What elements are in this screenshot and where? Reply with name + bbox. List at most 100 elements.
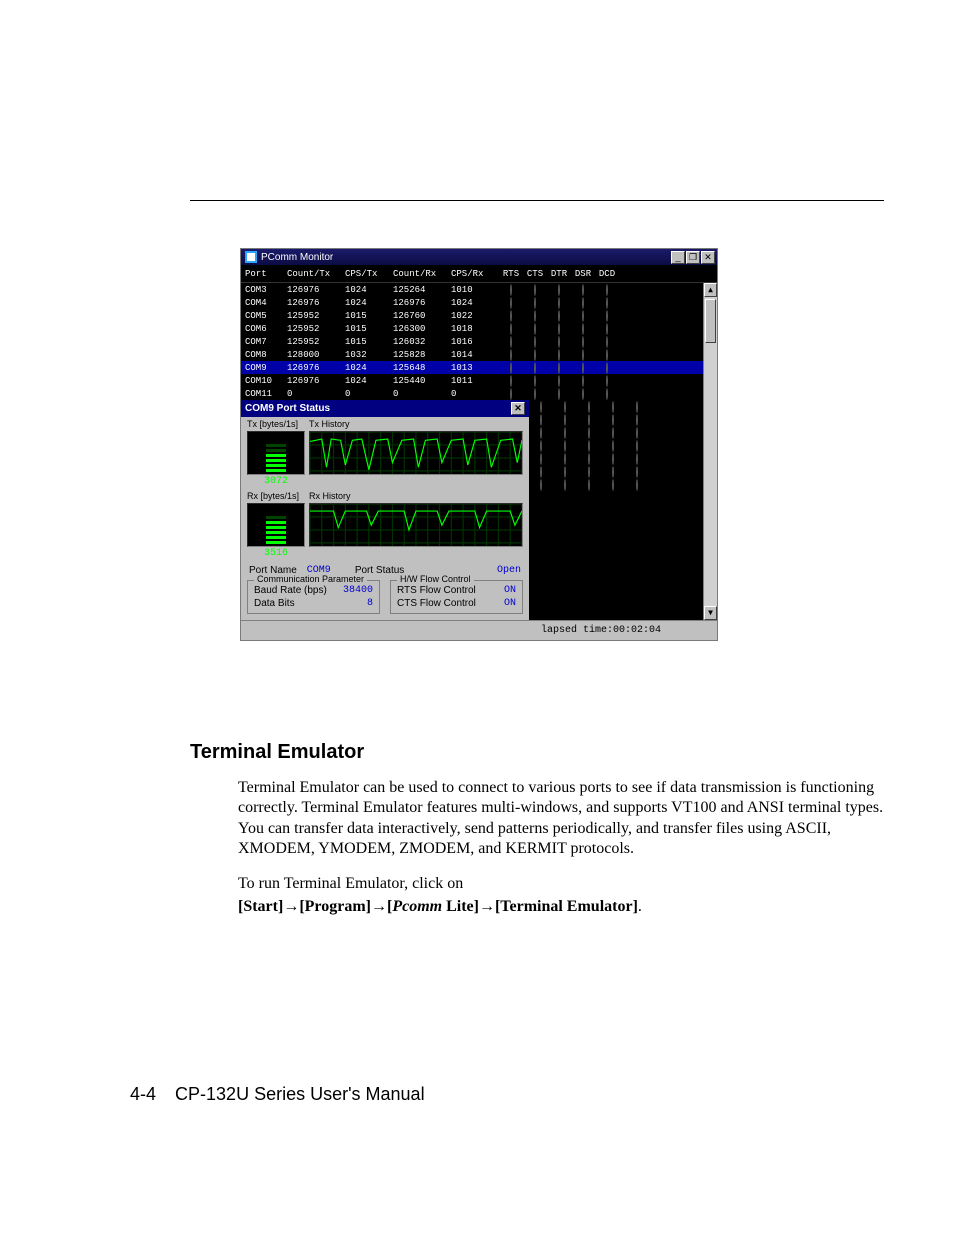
cell-cpsrx: 1022	[451, 311, 499, 321]
cell-crx: 125440	[393, 376, 451, 386]
col-cpsrx: CPS/Rx	[451, 269, 499, 279]
cell-ctx: 126976	[287, 285, 345, 295]
statusbar: lapsed time:00:02:04	[241, 620, 717, 640]
arrow-icon: →	[371, 898, 387, 915]
status-lamp	[636, 479, 638, 491]
status-lamp	[558, 349, 560, 361]
status-lamp	[612, 427, 614, 439]
status-lamp	[540, 479, 542, 491]
panel-titlebar[interactable]: COM9 Port Status ✕	[241, 400, 529, 417]
cell-crx: 126032	[393, 337, 451, 347]
status-lamp	[588, 427, 590, 439]
cell-ctx: 126976	[287, 363, 345, 373]
status-lamp	[534, 349, 536, 361]
cell-crx: 125828	[393, 350, 451, 360]
cell-port: COM10	[245, 376, 287, 386]
status-lamp	[510, 375, 512, 387]
nav-period: .	[638, 898, 642, 915]
status-lamp	[606, 388, 608, 400]
cell-port: COM3	[245, 285, 287, 295]
table-row[interactable]	[529, 439, 703, 452]
cell-port: COM8	[245, 350, 287, 360]
scroll-thumb[interactable]	[705, 299, 716, 343]
status-lamp	[534, 323, 536, 335]
portstatus-value: Open	[497, 565, 521, 576]
status-lamp	[564, 440, 566, 452]
table-row[interactable]: COM412697610241269761024	[241, 296, 717, 309]
status-lamp	[534, 310, 536, 322]
pcomm-monitor-window: PComm Monitor _ ❐ ✕ Port Count/Tx CPS/Tx…	[240, 248, 718, 641]
table-row[interactable]	[529, 465, 703, 478]
status-lamp	[582, 362, 584, 374]
status-lamp	[534, 362, 536, 374]
cell-ctx: 125952	[287, 337, 345, 347]
status-lamp	[564, 401, 566, 413]
status-lamp	[510, 336, 512, 348]
baud-value: 38400	[343, 585, 373, 596]
status-lamp	[582, 323, 584, 335]
status-lamp	[606, 375, 608, 387]
status-lamp	[558, 375, 560, 387]
panel-close-button[interactable]: ✕	[511, 402, 525, 415]
cell-ctx: 126976	[287, 376, 345, 386]
status-lamp	[588, 440, 590, 452]
cell-port: COM4	[245, 298, 287, 308]
minimize-button[interactable]: _	[671, 251, 685, 264]
titlebar[interactable]: PComm Monitor _ ❐ ✕	[241, 249, 717, 265]
cell-port: COM9	[245, 363, 287, 373]
status-lamp	[510, 362, 512, 374]
status-lamp	[636, 401, 638, 413]
status-lamp	[612, 401, 614, 413]
cell-crx: 125264	[393, 285, 451, 295]
table-row[interactable]: COM512595210151267601022	[241, 309, 717, 322]
tx-gauge: Tx [bytes/1s]3072	[247, 419, 305, 487]
panel-title: COM9 Port Status	[245, 403, 330, 414]
status-lamp	[588, 414, 590, 426]
window-title: PComm Monitor	[261, 252, 670, 263]
table-row[interactable]	[529, 478, 703, 491]
status-lamp	[540, 401, 542, 413]
table-row[interactable]	[529, 452, 703, 465]
status-lamp	[636, 453, 638, 465]
cell-cpsrx: 1011	[451, 376, 499, 386]
vertical-scrollbar[interactable]: ▲ ▼	[703, 283, 717, 620]
table-row[interactable]: COM812800010321258281014	[241, 348, 717, 361]
restore-button[interactable]: ❐	[686, 251, 700, 264]
status-lamp	[606, 284, 608, 296]
col-rts: RTS	[499, 269, 523, 279]
cell-ctx: 125952	[287, 311, 345, 321]
status-lamp	[606, 362, 608, 374]
status-lamp	[510, 323, 512, 335]
table-row[interactable]	[529, 426, 703, 439]
col-port: Port	[245, 269, 287, 279]
col-dcd: DCD	[595, 269, 619, 279]
status-lamp	[582, 310, 584, 322]
scroll-down-button[interactable]: ▼	[704, 606, 717, 620]
nav-start: [Start]	[238, 898, 283, 915]
table-row[interactable]: COM712595210151260321016	[241, 335, 717, 348]
status-lamp	[540, 414, 542, 426]
table-row[interactable]: COM912697610241256481013	[241, 361, 717, 374]
section-paragraph-2: To run Terminal Emulator, click on	[238, 874, 884, 894]
table-header: Port Count/Tx CPS/Tx Count/Rx CPS/Rx RTS…	[241, 265, 717, 283]
elapsed-time: lapsed time:00:02:04	[541, 625, 661, 636]
table-row[interactable]: COM110000	[241, 387, 717, 400]
cell-cpstx: 1032	[345, 350, 393, 360]
scroll-up-button[interactable]: ▲	[704, 283, 717, 297]
table-row[interactable]	[529, 400, 703, 413]
status-lamp	[534, 336, 536, 348]
status-lamp	[540, 466, 542, 478]
cell-port: COM11	[245, 389, 287, 399]
status-lamp	[606, 310, 608, 322]
status-lamp	[636, 440, 638, 452]
cell-crx: 126300	[393, 324, 451, 334]
cell-cpstx: 1024	[345, 376, 393, 386]
table-row[interactable]: COM612595210151263001018	[241, 322, 717, 335]
status-lamp	[534, 297, 536, 309]
cell-port: COM5	[245, 311, 287, 321]
table-row[interactable]: COM312697610241252641010	[241, 283, 717, 296]
table-row[interactable]	[529, 413, 703, 426]
close-button[interactable]: ✕	[701, 251, 715, 264]
scroll-track[interactable]	[704, 297, 717, 620]
table-row[interactable]: COM1012697610241254401011	[241, 374, 717, 387]
